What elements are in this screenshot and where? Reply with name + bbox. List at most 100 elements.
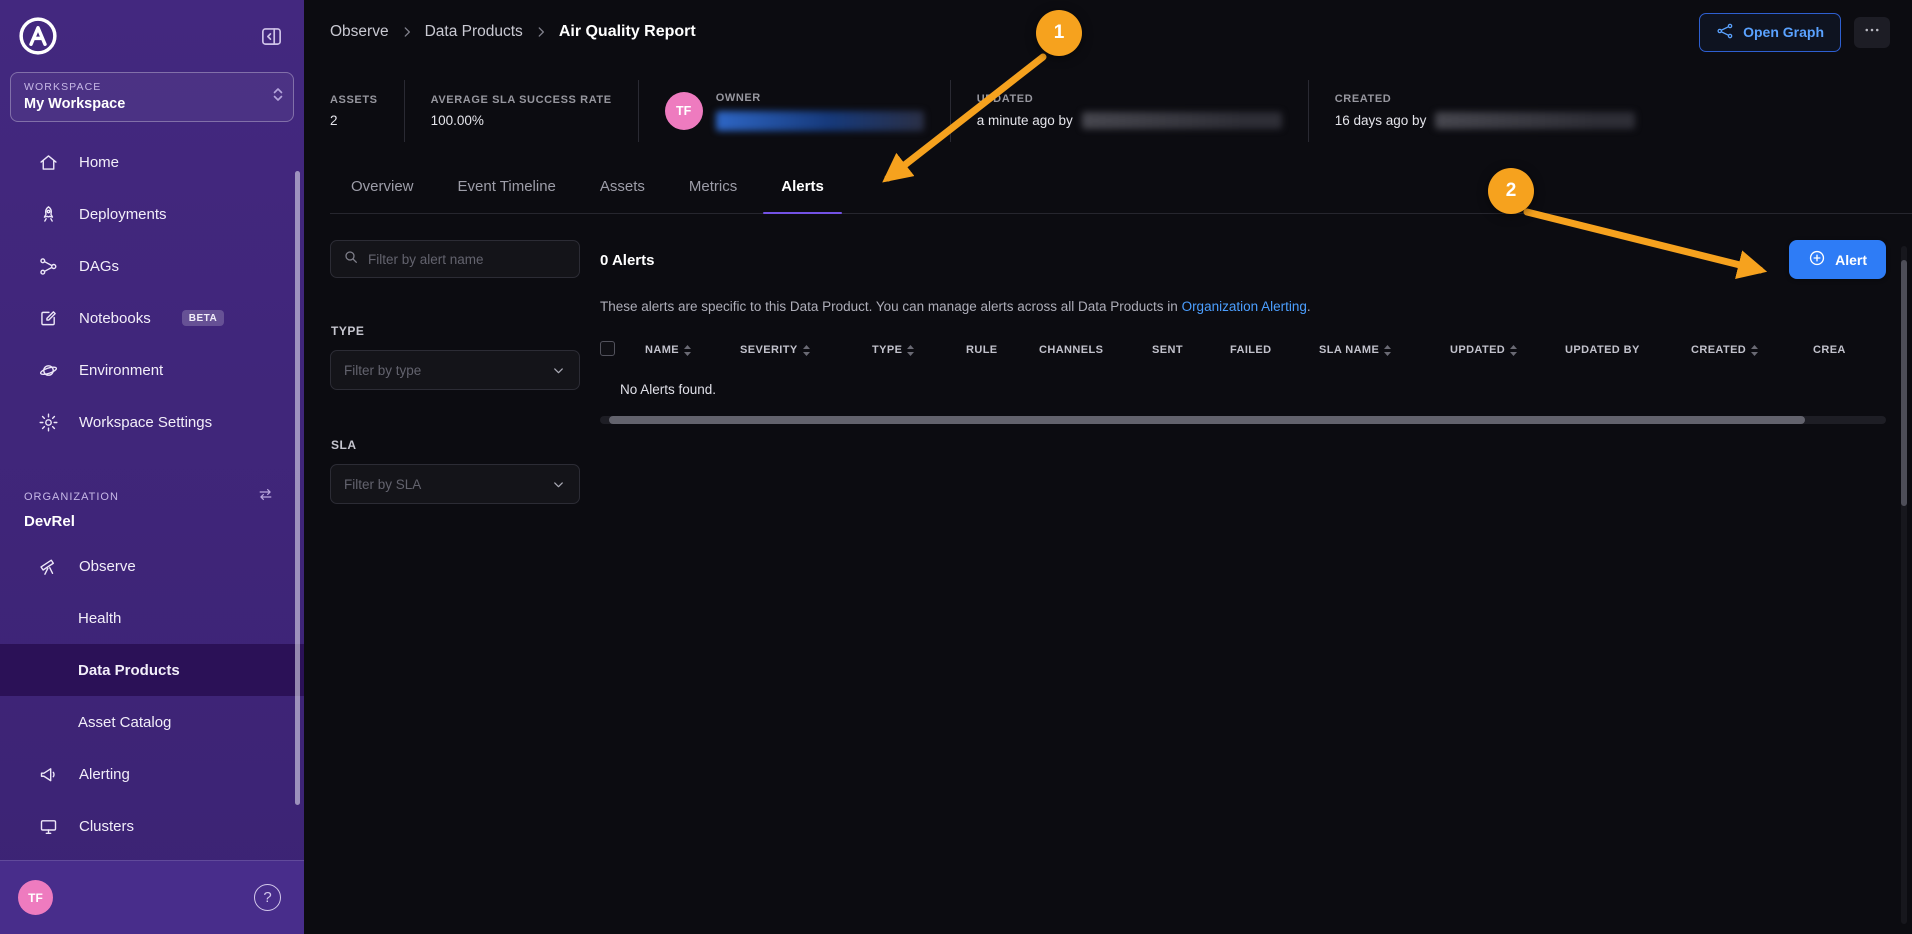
- filter-panel: TYPE Filter by type SLA Filter by SLA: [330, 240, 580, 552]
- tab-event-timeline[interactable]: Event Timeline: [456, 172, 558, 213]
- stat-owner: TF OWNER: [639, 80, 951, 142]
- sla-filter-select[interactable]: Filter by SLA: [330, 464, 580, 504]
- collapse-sidebar-button[interactable]: [259, 24, 284, 49]
- stat-sla-success-rate: AVERAGE SLA SUCCESS RATE 100.00%: [405, 80, 639, 142]
- select-all-checkbox[interactable]: [600, 341, 615, 356]
- help-button[interactable]: [254, 884, 281, 911]
- sidebar-item-alerting[interactable]: Alerting: [0, 748, 304, 800]
- tabs: Overview Event Timeline Assets Metrics A…: [330, 172, 1912, 214]
- stat-value: 2: [330, 113, 378, 128]
- search-icon: [343, 249, 359, 270]
- column-header-channels: CHANNELS: [1039, 344, 1152, 356]
- open-graph-label: Open Graph: [1743, 24, 1824, 40]
- type-filter-select[interactable]: Filter by type: [330, 350, 580, 390]
- tab-overview[interactable]: Overview: [349, 172, 416, 213]
- vertical-scrollbar-thumb[interactable]: [1901, 260, 1907, 506]
- sidebar-item-label: Data Products: [78, 662, 180, 679]
- owner-name-redacted: [716, 111, 924, 131]
- search-input[interactable]: [368, 252, 567, 267]
- tab-assets[interactable]: Assets: [598, 172, 647, 213]
- column-header-updated[interactable]: UPDATED: [1450, 344, 1565, 356]
- sidebar: WORKSPACE My Workspace Home: [0, 0, 304, 934]
- column-header-sla-name[interactable]: SLA NAME: [1319, 344, 1450, 356]
- chevron-right-icon: [400, 25, 414, 39]
- updated-by-redacted: [1082, 112, 1282, 129]
- stat-label: ASSETS: [330, 94, 378, 106]
- sidebar-item-dags[interactable]: DAGs: [0, 240, 304, 292]
- created-by-redacted: [1435, 112, 1635, 129]
- sidebar-item-label: Asset Catalog: [78, 714, 171, 731]
- sidebar-item-home[interactable]: Home: [0, 136, 304, 188]
- breadcrumb-item-observe[interactable]: Observe: [330, 23, 389, 41]
- more-options-button[interactable]: [1854, 17, 1890, 48]
- stat-created: CREATED 16 days ago by: [1309, 80, 1662, 142]
- top-bar: Observe Data Products Air Quality Report: [304, 0, 1912, 64]
- notebook-icon: [37, 308, 59, 329]
- planet-icon: [37, 360, 59, 381]
- stats-bar: ASSETS 2 AVERAGE SLA SUCCESS RATE 100.00…: [330, 80, 1890, 142]
- sidebar-item-label: Notebooks: [79, 310, 151, 327]
- telescope-icon: [37, 556, 59, 577]
- stat-label: UPDATED: [977, 93, 1282, 105]
- sidebar-footer: TF: [0, 860, 304, 934]
- column-header-failed: FAILED: [1230, 344, 1319, 356]
- tab-alerts[interactable]: Alerts: [779, 172, 826, 213]
- switch-organization-icon[interactable]: [257, 486, 274, 508]
- horizontal-scrollbar-thumb[interactable]: [609, 416, 1805, 424]
- column-header-created-by: CREA: [1813, 344, 1886, 356]
- add-alert-button[interactable]: Alert: [1789, 240, 1886, 279]
- rocket-icon: [37, 204, 59, 225]
- stat-value: 100.00%: [431, 113, 612, 128]
- sidebar-item-asset-catalog[interactable]: Asset Catalog: [0, 696, 304, 748]
- alerts-panel: 0 Alerts Alert These alerts are specific…: [600, 240, 1912, 552]
- sort-icon: [1510, 345, 1517, 356]
- sidebar-item-label: Observe: [79, 558, 136, 575]
- column-header-updated-by: UPDATED BY: [1565, 344, 1691, 356]
- sort-icon: [1751, 345, 1758, 356]
- sidebar-item-data-products[interactable]: Data Products: [0, 644, 304, 696]
- sort-icon: [1384, 345, 1391, 356]
- graph-icon: [1716, 22, 1734, 43]
- app-root: WORKSPACE My Workspace Home: [0, 0, 1912, 934]
- sidebar-item-notebooks[interactable]: Notebooks BETA: [0, 292, 304, 344]
- sidebar-scrollbar[interactable]: [295, 171, 300, 805]
- organization-section: ORGANIZATION DevRel: [0, 486, 304, 530]
- sidebar-item-environment[interactable]: Environment: [0, 344, 304, 396]
- beta-badge: BETA: [182, 310, 224, 326]
- chevron-updown-icon: [272, 87, 284, 108]
- sidebar-item-deployments[interactable]: Deployments: [0, 188, 304, 240]
- sidebar-item-label: Health: [78, 610, 121, 627]
- column-header-created[interactable]: CREATED: [1691, 344, 1813, 356]
- tab-metrics[interactable]: Metrics: [687, 172, 739, 213]
- type-filter-value: Filter by type: [344, 363, 421, 378]
- workspace-nav: Home Deployments: [0, 136, 304, 448]
- sidebar-item-label: Alerting: [79, 766, 130, 783]
- add-alert-label: Alert: [1835, 252, 1867, 268]
- sidebar-item-workspace-settings[interactable]: Workspace Settings: [0, 396, 304, 448]
- sidebar-item-observe[interactable]: Observe: [0, 540, 304, 592]
- sort-icon: [684, 345, 691, 356]
- chevron-down-icon: [551, 477, 566, 492]
- sidebar-item-health[interactable]: Health: [0, 592, 304, 644]
- home-icon: [37, 152, 59, 173]
- open-graph-button[interactable]: Open Graph: [1699, 13, 1841, 52]
- stat-value: 16 days ago by: [1335, 113, 1427, 128]
- column-header-type[interactable]: TYPE: [872, 344, 966, 356]
- breadcrumb-item-data-products[interactable]: Data Products: [425, 23, 523, 41]
- sort-icon: [907, 345, 914, 356]
- user-avatar[interactable]: TF: [18, 880, 53, 915]
- alerts-tab-content: TYPE Filter by type SLA Filter by SLA: [304, 214, 1912, 552]
- sla-filter-value: Filter by SLA: [344, 477, 421, 492]
- column-header-name[interactable]: NAME: [645, 344, 740, 356]
- workspace-name: My Workspace: [24, 96, 263, 112]
- workspace-label: WORKSPACE: [24, 81, 263, 93]
- stat-label: OWNER: [716, 92, 924, 104]
- workspace-selector[interactable]: WORKSPACE My Workspace: [10, 72, 294, 122]
- column-header-severity[interactable]: SEVERITY: [740, 344, 872, 356]
- dag-icon: [37, 256, 59, 277]
- chevron-down-icon: [551, 363, 566, 378]
- sidebar-item-clusters[interactable]: Clusters: [0, 800, 304, 852]
- organization-alerting-link[interactable]: Organization Alerting: [1182, 299, 1307, 314]
- sort-icon: [803, 345, 810, 356]
- organization-nav: Observe Health Data Products Asset Catal…: [0, 540, 304, 852]
